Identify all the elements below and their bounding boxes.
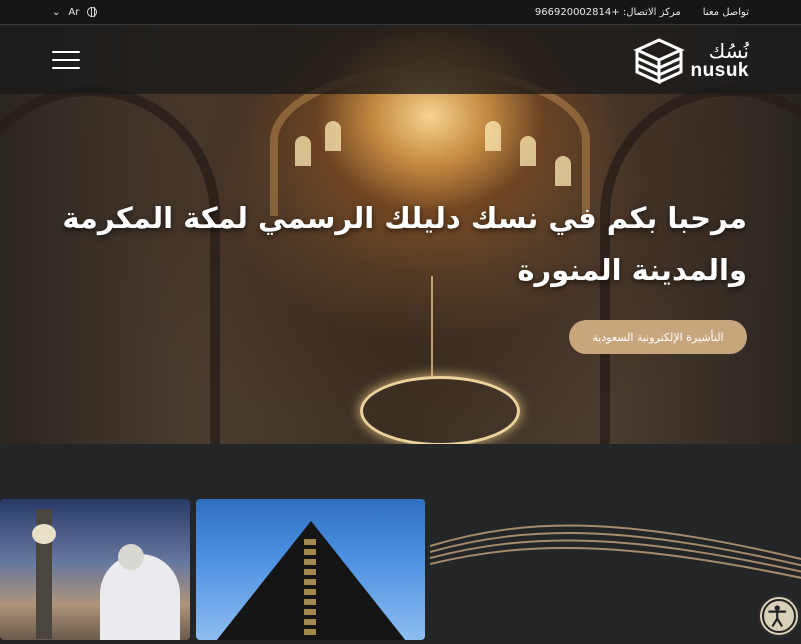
feature-card-kaaba[interactable] bbox=[196, 499, 425, 640]
hamburger-menu-icon[interactable] bbox=[52, 51, 80, 69]
kaaba-gold-trim bbox=[304, 539, 316, 639]
dome-window bbox=[520, 136, 536, 166]
main-navbar: نُسُك nusuk bbox=[0, 26, 801, 94]
decorative-wave bbox=[430, 524, 801, 579]
top-utility-bar: ⌄ Ar تواصل معنا مركز الاتصال: +966920002… bbox=[0, 0, 801, 25]
globe-icon[interactable] bbox=[87, 7, 98, 17]
accessibility-button[interactable] bbox=[757, 594, 801, 638]
hero-title: مرحبا بكم في نسك دليلك الرسمي لمكة المكر… bbox=[62, 201, 747, 287]
dome-window bbox=[555, 156, 571, 186]
dome-window bbox=[485, 121, 501, 151]
call-center[interactable]: مركز الاتصال: +966920002814 bbox=[535, 7, 681, 18]
saudi-evisa-button[interactable]: التأشيرة الإلكترونية السعودية bbox=[569, 320, 747, 354]
featured-section bbox=[0, 444, 801, 644]
kaaba-cube-logo-icon bbox=[632, 38, 685, 84]
top-links: تواصل معنا مركز الاتصال: +966920002814 bbox=[535, 7, 749, 18]
nusuk-logo[interactable]: نُسُك nusuk bbox=[632, 36, 749, 84]
hero-section: نُسُك nusuk مرحبا بكم في نسك دليلك الرسم… bbox=[0, 26, 801, 444]
logo-wordmark: نُسُك nusuk bbox=[691, 41, 749, 80]
contact-us-link[interactable]: تواصل معنا bbox=[703, 7, 749, 18]
chandelier bbox=[360, 376, 520, 444]
logo-english: nusuk bbox=[690, 59, 749, 81]
chevron-down-icon[interactable]: ⌄ bbox=[52, 7, 60, 18]
pilgrim-figure bbox=[100, 554, 180, 640]
clock-tower bbox=[32, 509, 56, 639]
feature-card-makkah[interactable] bbox=[0, 499, 190, 640]
dome-window bbox=[325, 121, 341, 151]
accessibility-icon bbox=[762, 599, 796, 633]
call-center-number[interactable]: +966920002814 bbox=[535, 7, 620, 18]
call-center-label: مركز الاتصال: bbox=[622, 6, 681, 18]
logo-arabic: نُسُك bbox=[708, 38, 749, 63]
language-switcher[interactable]: ⌄ Ar bbox=[52, 7, 98, 18]
language-label[interactable]: Ar bbox=[68, 7, 79, 18]
dome-window bbox=[295, 136, 311, 166]
pilgrim-head bbox=[118, 544, 144, 570]
